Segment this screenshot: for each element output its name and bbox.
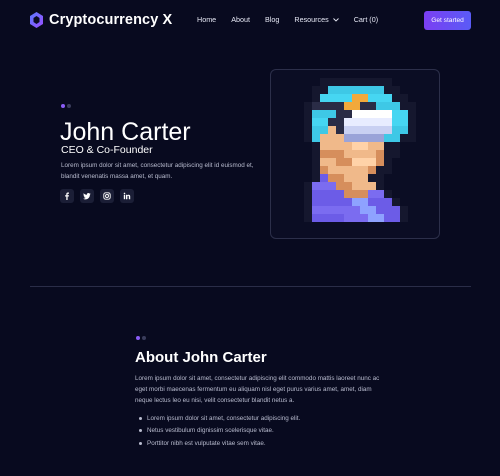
nav-resources-label: Resources [294, 15, 329, 24]
nav-resources[interactable]: Resources [294, 15, 339, 24]
logo-text: Cryptocurrency X [49, 12, 173, 28]
instagram-link[interactable] [100, 189, 114, 203]
nav-blog[interactable]: Blog [265, 15, 279, 24]
logo[interactable]: Cryptocurrency X [30, 12, 172, 28]
twitter-link[interactable] [80, 189, 94, 203]
pixel-avatar [304, 78, 416, 222]
profile-name: John Carter [60, 118, 191, 146]
about-text: Lorem ipsum dolor sit amet, consectetur … [135, 375, 380, 404]
logo-icon [30, 12, 43, 28]
nav-cart[interactable]: Cart (0) [354, 15, 378, 24]
list-item: Netus vestibulum dignissim scelerisque v… [139, 425, 300, 438]
about-bullets: Lorem ipsum dolor sit amet, consectetur … [139, 412, 300, 450]
social-links [60, 189, 134, 203]
bullet-icon [139, 441, 142, 445]
bullet-icon [139, 416, 142, 420]
list-item: Lorem ipsum dolor sit amet, consectetur … [139, 412, 300, 425]
dot-inactive [142, 336, 146, 340]
list-item-text: Porttitor nibh est vulputate vitae sem v… [147, 439, 266, 447]
dot-active [61, 104, 65, 108]
facebook-icon [65, 192, 69, 200]
get-started-button[interactable]: Get started [424, 11, 471, 30]
facebook-link[interactable] [60, 189, 74, 203]
list-item-text: Lorem ipsum dolor sit amet, consectetur … [147, 414, 301, 422]
avatar-card [270, 69, 440, 239]
twitter-icon [83, 193, 91, 200]
linkedin-link[interactable] [120, 189, 134, 203]
section-dots [61, 104, 71, 108]
dot-inactive [67, 104, 71, 108]
list-item: Porttitor nibh est vulputate vitae sem v… [139, 437, 300, 450]
dot-active [136, 336, 140, 340]
section-divider [30, 286, 471, 287]
instagram-icon [103, 192, 111, 200]
profile-role: CEO & Co-Founder [61, 144, 153, 156]
nav-home[interactable]: Home [197, 15, 216, 24]
about-title: About John Carter [135, 349, 267, 366]
bullet-icon [139, 429, 142, 433]
chevron-down-icon [332, 17, 339, 22]
main-nav: Home About Blog Resources Cart (0) [197, 15, 393, 24]
site-header: Cryptocurrency X Home About Blog Resourc… [0, 0, 500, 40]
nav-about[interactable]: About [231, 15, 250, 24]
about-dots [136, 336, 146, 340]
profile-description: Lorem ipsum dolor sit amet, consectetur … [61, 162, 254, 180]
linkedin-icon [123, 192, 131, 200]
list-item-text: Netus vestibulum dignissim scelerisque v… [147, 427, 274, 435]
